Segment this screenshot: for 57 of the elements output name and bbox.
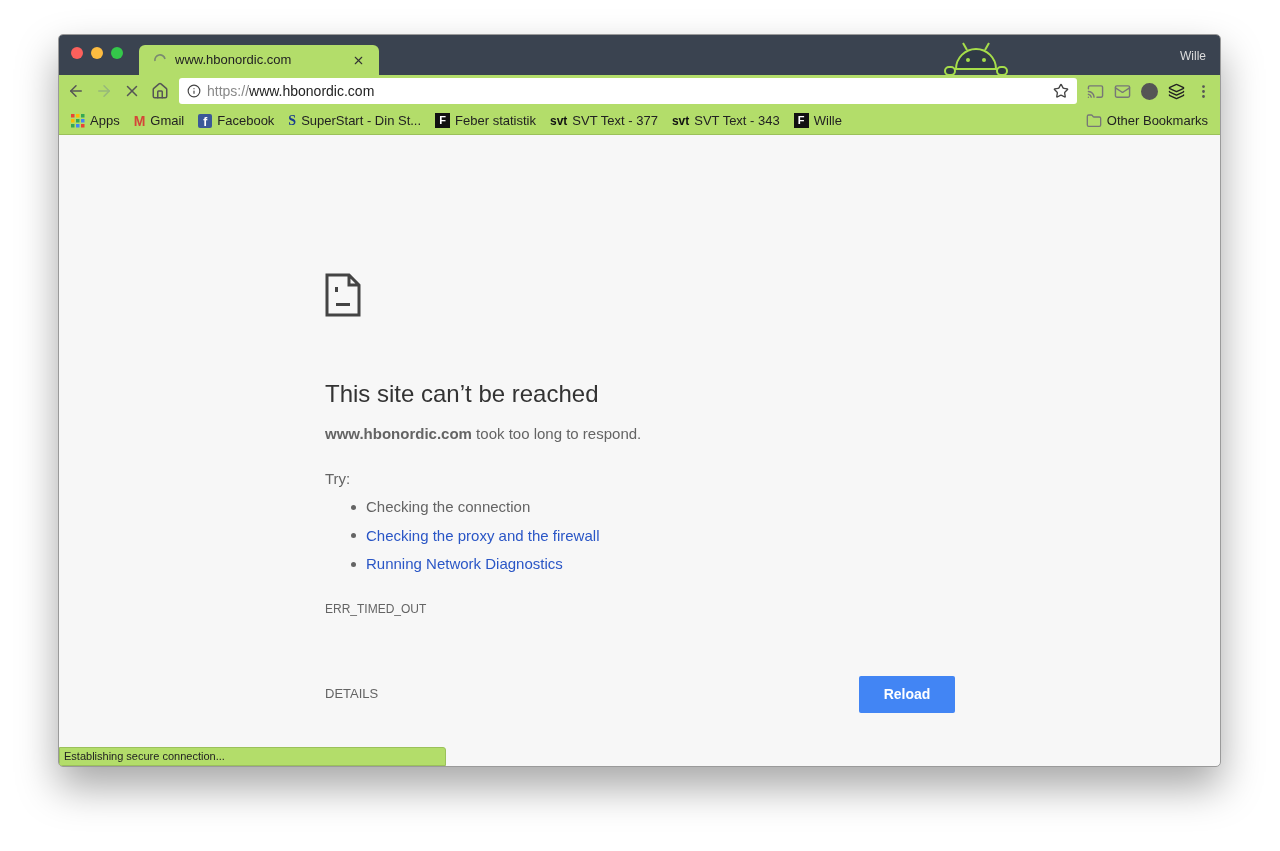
error-message: www.hbonordic.com took too long to respond.: [325, 424, 643, 444]
minimize-window-icon[interactable]: [91, 47, 103, 59]
favicon-icon: S: [288, 113, 297, 128]
bullet-icon: [351, 504, 356, 510]
favicon-icon: f: [198, 113, 213, 128]
bookmark-label: Facebook: [217, 111, 275, 130]
address-field[interactable]: https://www.hbonordic.com: [179, 78, 1077, 104]
browser-tab[interactable]: www.hbonordic.com: [139, 45, 379, 75]
home-icon[interactable]: [151, 82, 169, 100]
bookmark-item[interactable]: M Gmail: [133, 110, 185, 131]
mail-icon[interactable]: [1114, 82, 1131, 100]
zoom-window-icon[interactable]: [111, 47, 123, 59]
error-code: ERR_TIMED_OUT: [325, 600, 428, 618]
sad-page-icon: [325, 273, 361, 317]
bookmark-label: Other Bookmarks: [1106, 111, 1208, 130]
info-icon: [187, 84, 201, 98]
apps-grid-icon: [71, 113, 85, 128]
bookmark-label: Apps: [90, 111, 120, 130]
profile-name[interactable]: Wille: [1180, 47, 1206, 65]
favicon-icon: svt: [550, 114, 568, 127]
url-text: https://www.hbonordic.com: [207, 81, 376, 101]
bookmark-label: SVT Text - 343: [694, 111, 780, 130]
bookmark-item[interactable]: svt SVT Text - 343: [671, 110, 780, 131]
bullet-icon: [351, 533, 356, 539]
tab-title: www.hbonordic.com: [175, 51, 293, 70]
suggestion-link[interactable]: Checking the proxy and the firewall: [366, 524, 600, 547]
favicon-icon: svt: [671, 114, 690, 127]
status-bar: Establishing secure connection...: [59, 747, 446, 766]
close-window-icon[interactable]: [71, 47, 83, 59]
details-button[interactable]: DETAILS: [325, 676, 379, 712]
extension-icon[interactable]: [1141, 82, 1158, 100]
suggestion-link[interactable]: Running Network Diagnostics: [366, 553, 563, 576]
favicon-icon: M: [133, 113, 146, 128]
try-label: Try:: [325, 468, 352, 489]
error-heading: This site can’t be reached: [325, 379, 600, 409]
bookmark-item[interactable]: svt SVT Text - 377: [550, 110, 658, 131]
bookmark-label: Gmail: [150, 111, 185, 130]
bookmark-item[interactable]: f Facebook: [198, 110, 275, 131]
star-icon[interactable]: [1053, 83, 1069, 99]
suggestion-text: Checking the connection: [366, 497, 531, 517]
other-bookmarks[interactable]: Other Bookmarks: [1085, 110, 1208, 131]
favicon-icon: F: [435, 113, 451, 128]
bookmark-item[interactable]: S SuperStart - Din St...: [288, 110, 422, 131]
cast-icon[interactable]: [1087, 82, 1104, 100]
bookmark-item[interactable]: F Feber statistik: [435, 110, 536, 131]
reload-button[interactable]: Reload: [859, 675, 955, 713]
folder-icon: [1085, 112, 1102, 129]
bookmark-label: Wille: [813, 111, 842, 130]
bookmark-item[interactable]: Apps: [71, 110, 120, 131]
bookmark-label: Feber statistik: [455, 111, 536, 130]
bookmark-label: SVT Text - 377: [572, 111, 658, 130]
favicon-icon: F: [793, 113, 809, 128]
bookmark-label: SuperStart - Din St...: [301, 111, 422, 130]
layers-icon[interactable]: [1168, 82, 1185, 100]
bullet-icon: [351, 561, 356, 567]
back-icon[interactable]: [67, 82, 85, 100]
bookmark-item[interactable]: F Wille: [793, 110, 842, 131]
